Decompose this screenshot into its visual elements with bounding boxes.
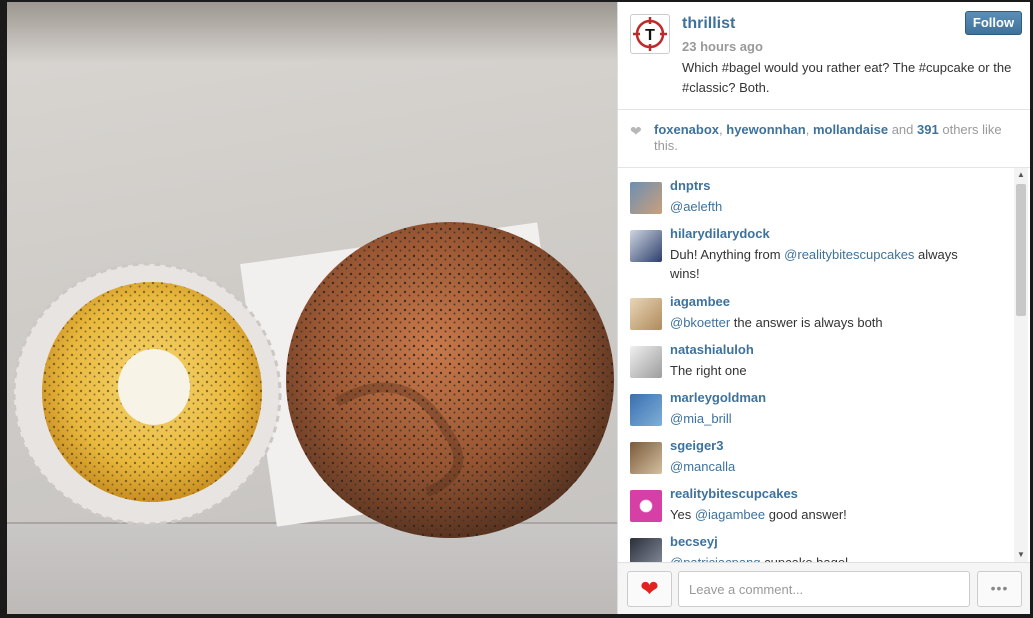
comment-text: @mia_brill xyxy=(670,409,970,428)
comment-text-part: cupcake bagel xyxy=(761,555,848,562)
commenter-avatar[interactable] xyxy=(630,442,662,474)
comment-text: @aelefth xyxy=(670,197,970,216)
comment-text: Duh! Anything from @realitybitescupcakes… xyxy=(670,245,970,283)
mention-link[interactable]: @mia_brill xyxy=(670,411,732,426)
post-timestamp: 23 hours ago xyxy=(682,39,763,54)
liker-link[interactable]: mollandaise xyxy=(813,122,888,137)
comment-text-part: The right one xyxy=(670,363,747,378)
mention-link[interactable]: @mancalla xyxy=(670,459,735,474)
scroll-thumb[interactable] xyxy=(1016,184,1026,316)
more-options-button[interactable]: ••• xyxy=(977,571,1022,607)
post-details-panel: T thrillist 23 hours ago Which #bagel wo… xyxy=(617,2,1030,614)
commenter-avatar[interactable] xyxy=(630,394,662,426)
likes-text: foxenabox, hyewonnhan, mollandaise and 3… xyxy=(654,122,1002,153)
likes-and: and xyxy=(891,122,914,137)
likes-summary: ❤ foxenabox, hyewonnhan, mollandaise and… xyxy=(618,110,1030,168)
commenter-username[interactable]: iagambee xyxy=(670,294,730,309)
target-logo-icon: T xyxy=(633,17,667,51)
commenter-username[interactable]: becseyj xyxy=(670,534,718,549)
likes-heart-icon: ❤ xyxy=(630,123,642,139)
commenter-avatar[interactable] xyxy=(630,346,662,378)
comment-input[interactable] xyxy=(678,571,970,607)
comment-text-part: Duh! Anything from xyxy=(670,247,785,262)
commenter-username[interactable]: dnptrs xyxy=(670,178,710,193)
commenter-avatar[interactable] xyxy=(630,182,662,214)
post-photo[interactable] xyxy=(7,2,617,614)
post-username[interactable]: thrillist xyxy=(682,15,735,33)
comment-text-part: the answer is always both xyxy=(730,315,883,330)
commenter-username[interactable]: hilarydilarydock xyxy=(670,226,770,241)
commenter-username[interactable]: natashialuloh xyxy=(670,342,754,357)
mention-link[interactable]: @iagambee xyxy=(695,507,765,522)
mention-link[interactable]: @patriciacpang xyxy=(670,555,761,562)
commenter-avatar[interactable] xyxy=(630,490,662,522)
likes-count[interactable]: 391 xyxy=(917,122,939,137)
comment-text: The right one xyxy=(670,361,970,380)
comment-footer: ❤ ••• xyxy=(618,562,1030,614)
photo-viewer: T thrillist 23 hours ago Which #bagel wo… xyxy=(0,0,1033,618)
bagels-illustration xyxy=(12,222,614,538)
comment-text-part: Yes xyxy=(670,507,695,522)
post-caption: Which #bagel would you rather eat? The #… xyxy=(682,60,1012,95)
comment-text: @mancalla xyxy=(670,457,970,476)
mention-link[interactable]: @realitybitescupcakes xyxy=(784,247,914,262)
thrillist-avatar[interactable]: T xyxy=(630,14,670,54)
svg-text:T: T xyxy=(645,27,655,44)
commenter-avatar[interactable] xyxy=(630,538,662,562)
comment-text-part: good answer! xyxy=(765,507,847,522)
liker-link[interactable]: hyewonnhan xyxy=(726,122,805,137)
comments-scrollbar[interactable]: ▲ ▼ xyxy=(1014,168,1028,562)
scroll-up-arrow-icon[interactable]: ▲ xyxy=(1014,168,1028,182)
commenter-username[interactable]: sgeiger3 xyxy=(670,438,723,453)
scroll-down-arrow-icon[interactable]: ▼ xyxy=(1014,548,1028,562)
commenter-username[interactable]: realitybitescupcakes xyxy=(670,486,798,501)
liker-link[interactable]: foxenabox xyxy=(654,122,719,137)
like-button[interactable]: ❤ xyxy=(627,571,672,607)
follow-button[interactable]: Follow xyxy=(965,11,1022,35)
comment-text: @bkoetter the answer is always both xyxy=(670,313,970,332)
commenter-username[interactable]: marleygoldman xyxy=(670,390,766,405)
mention-link[interactable]: @bkoetter xyxy=(670,315,730,330)
commenter-avatar[interactable] xyxy=(630,230,662,262)
comment-text: Yes @iagambee good answer! xyxy=(670,505,970,524)
commenter-avatar[interactable] xyxy=(630,298,662,330)
post-header: T thrillist 23 hours ago Which #bagel wo… xyxy=(618,2,1030,110)
comment-text: @patriciacpang cupcake bagel xyxy=(670,553,970,562)
comments-list: dnptrs @aelefth hilarydilarydock Duh! Anyth… xyxy=(618,168,1030,562)
mention-link[interactable]: @aelefth xyxy=(670,199,722,214)
heart-icon: ❤ xyxy=(640,576,659,601)
